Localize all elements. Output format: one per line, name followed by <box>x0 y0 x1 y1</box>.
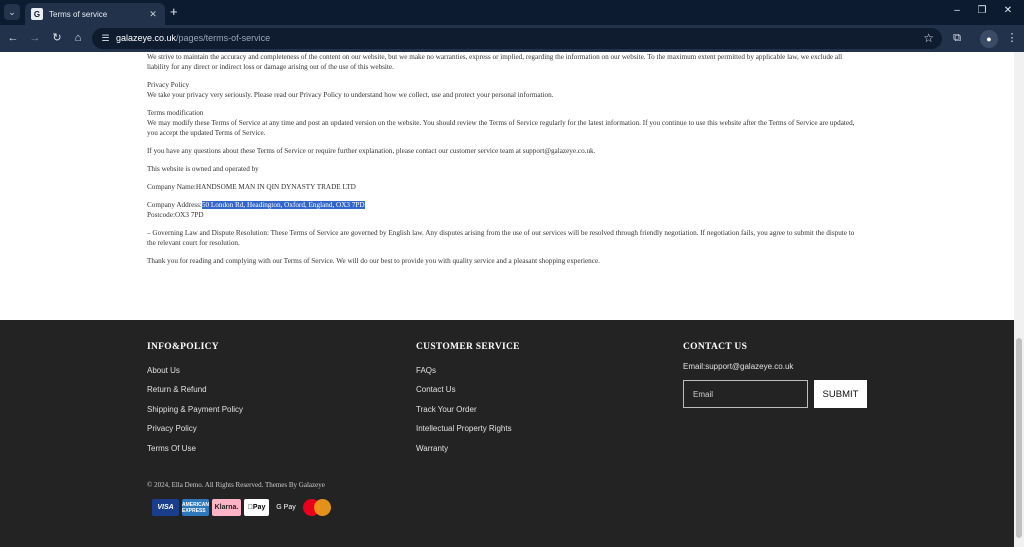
footer-link-about-us[interactable]: About Us <box>147 366 243 385</box>
site-footer: INFO&POLICY About Us Return & Refund Shi… <box>0 320 1014 547</box>
payment-icons: VISA AMERICAN EXPRESS Klarna. Pay G Pay <box>152 499 336 516</box>
modification-section: Terms modification We may modify these T… <box>147 108 864 138</box>
url-path: /pages/terms-of-service <box>176 33 271 43</box>
amex-icon: AMERICAN EXPRESS <box>182 499 209 516</box>
tab-title: Terms of service <box>49 9 108 19</box>
address-bar[interactable]: ☰ galazeye.co.uk/pages/terms-of-service … <box>92 28 942 49</box>
mastercard-icon <box>303 499 333 516</box>
page-scrollbar[interactable] <box>1014 52 1024 547</box>
footer-link-terms-of-use[interactable]: Terms Of Use <box>147 444 243 463</box>
restore-icon[interactable]: ❐ <box>975 5 989 16</box>
footer-link-faqs[interactable]: FAQs <box>416 366 512 385</box>
forward-arrow-icon[interactable]: → <box>28 31 42 45</box>
bookmark-star-icon[interactable]: ☆ <box>923 31 934 45</box>
privacy-heading: Privacy Policy <box>147 81 190 89</box>
google-pay-icon: G Pay <box>272 499 300 516</box>
footer-link-warranty[interactable]: Warranty <box>416 444 512 463</box>
tab-terms-of-service[interactable]: G Terms of service ✕ <box>25 3 165 25</box>
customer-service-links: FAQs Contact Us Track Your Order Intelle… <box>416 366 512 463</box>
browser-menu-icon[interactable]: ⋮ <box>1005 31 1019 45</box>
url-host: galazeye.co.uk <box>116 33 177 43</box>
accuracy-paragraph: We strive to maintain the accuracy and c… <box>147 53 843 71</box>
address-label: Company Address: <box>147 201 202 209</box>
visa-icon: VISA <box>152 499 179 516</box>
footer-link-return-refund[interactable]: Return & Refund <box>147 385 243 404</box>
mastercard-orange-circle <box>314 499 331 516</box>
newsletter-email-input[interactable] <box>683 380 808 408</box>
extensions-puzzle-icon[interactable]: ⧉ <box>950 31 964 45</box>
browser-toolbar: ← → ↻ ⌂ ☰ galazeye.co.uk/pages/terms-of-… <box>0 25 1024 52</box>
info-policy-links: About Us Return & Refund Shipping & Paym… <box>147 366 243 463</box>
governing-law-paragraph: – Governing Law and Dispute Resolution: … <box>147 229 855 247</box>
new-tab-plus-icon[interactable]: + <box>170 5 178 18</box>
footer-link-ip-rights[interactable]: Intellectual Property Rights <box>416 424 512 443</box>
footer-link-shipping-payment[interactable]: Shipping & Payment Policy <box>147 405 243 424</box>
apple-pay-icon: Pay <box>244 499 269 516</box>
privacy-section: Privacy Policy We take your privacy very… <box>147 80 864 100</box>
contact-us-heading: CONTACT US <box>683 342 748 352</box>
customer-service-heading: CUSTOMER SERVICE <box>416 342 520 352</box>
copyright-text: © 2024, Ella Demo. All Rights Reserved. … <box>147 481 325 489</box>
address-section: Company Address:50 London Rd, Headington… <box>147 200 864 220</box>
selected-address-text: 50 London Rd, Headington, Oxford, Englan… <box>201 201 365 209</box>
back-arrow-icon[interactable]: ← <box>6 31 20 45</box>
newsletter-submit-button[interactable]: SUBMIT <box>814 380 867 408</box>
reload-icon[interactable]: ↻ <box>50 31 64 45</box>
info-policy-heading: INFO&POLICY <box>147 342 219 352</box>
privacy-text: We take your privacy very seriously. Ple… <box>147 91 554 99</box>
footer-link-privacy-policy[interactable]: Privacy Policy <box>147 424 243 443</box>
company-name: Company Name:HANDSOME MAN IN QIN DYNASTY… <box>147 183 356 191</box>
owned-paragraph: This website is owned and operated by <box>147 165 259 173</box>
tab-search-chevron-icon[interactable]: ⌄ <box>4 4 20 20</box>
page-content: We strive to maintain the accuracy and c… <box>0 52 1014 320</box>
postcode: Postcode:OX3 7PD <box>147 211 204 219</box>
terms-of-service-body: We strive to maintain the accuracy and c… <box>147 52 864 274</box>
modification-heading: Terms modification <box>147 109 204 117</box>
contact-email: Email:support@galazeye.co.uk <box>683 362 794 371</box>
tab-strip: ⌄ G Terms of service ✕ + – ❐ ✕ <box>0 0 1024 25</box>
scrollbar-thumb[interactable] <box>1016 338 1022 538</box>
klarna-icon: Klarna. <box>212 499 241 516</box>
site-favicon-icon: G <box>31 8 43 20</box>
tab-close-icon[interactable]: ✕ <box>147 9 159 20</box>
profile-avatar-icon[interactable]: ● <box>980 30 998 48</box>
minimize-icon[interactable]: – <box>950 5 964 16</box>
apple-pay-label: Pay <box>250 504 265 511</box>
site-info-tune-icon[interactable]: ☰ <box>100 33 111 44</box>
footer-link-contact-us[interactable]: Contact Us <box>416 385 512 404</box>
thanks-paragraph: Thank you for reading and complying with… <box>147 257 600 265</box>
close-window-icon[interactable]: ✕ <box>1001 5 1015 16</box>
home-icon[interactable]: ⌂ <box>71 31 85 45</box>
modification-text: We may modify these Terms of Service at … <box>147 119 855 137</box>
questions-paragraph: If you have any questions about these Te… <box>147 147 596 155</box>
url-text[interactable]: galazeye.co.uk/pages/terms-of-service <box>116 33 270 43</box>
footer-link-track-order[interactable]: Track Your Order <box>416 405 512 424</box>
